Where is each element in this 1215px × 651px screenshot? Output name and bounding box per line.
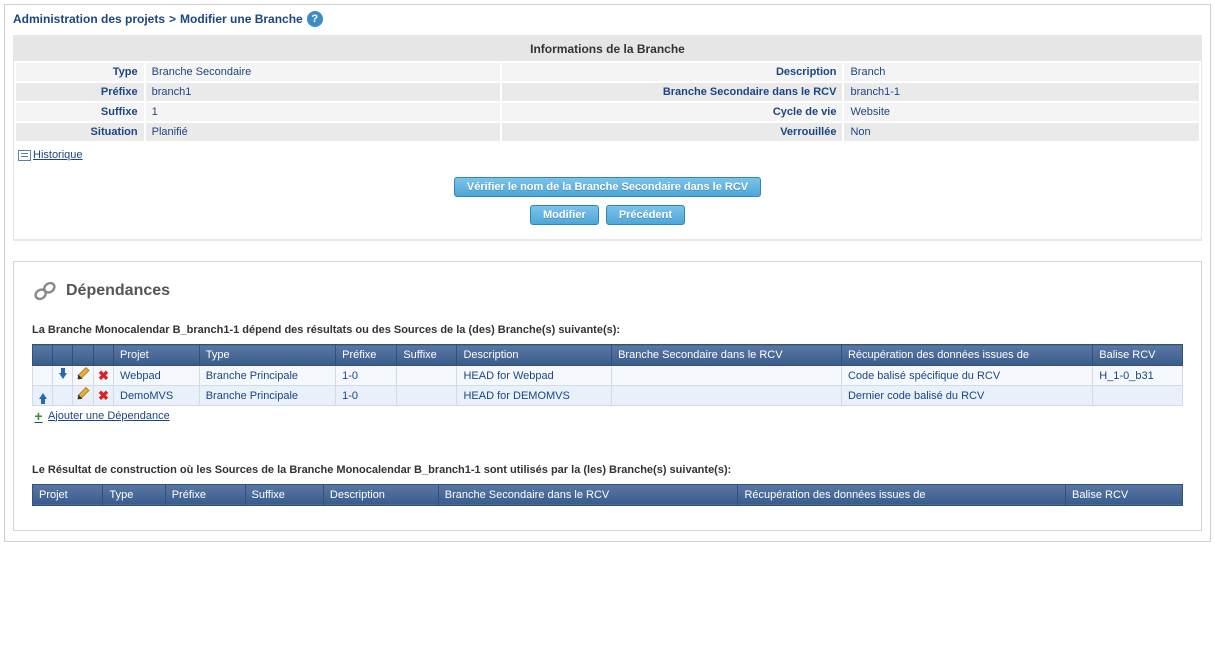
breadcrumb-part1: Administration des projets: [13, 12, 165, 26]
chain-icon: [32, 278, 58, 304]
delete-button[interactable]: ✖: [94, 386, 114, 406]
delete-button[interactable]: ✖: [94, 366, 114, 386]
dependencies-intro-2: Le Résultat de construction où les Sourc…: [32, 464, 1183, 476]
dependencies-header: Dépendances: [32, 278, 1183, 304]
cell-tag: H_1-0_b31: [1093, 366, 1183, 386]
breadcrumb-part2: Modifier une Branche: [180, 12, 303, 26]
cell-retrieval: Dernier code balisé du RCV: [841, 386, 1092, 406]
label-description: Description: [502, 63, 842, 81]
arrow-up-icon: [39, 393, 47, 399]
dependencies-intro-1: La Branche Monocalendar B_branch1-1 dépe…: [32, 324, 1183, 336]
add-dependency-label: Ajouter une Dépendance: [48, 410, 170, 422]
col-prefix: Préfixe: [336, 345, 397, 366]
col-delete: [94, 345, 114, 366]
help-icon[interactable]: ?: [307, 11, 323, 27]
value-locked: Non: [844, 123, 1199, 141]
move-up-cell: [33, 366, 53, 386]
modify-button[interactable]: Modifier: [530, 205, 599, 225]
move-down-cell: [53, 386, 73, 406]
history-icon: [18, 150, 31, 161]
add-dependency-link[interactable]: + Ajouter une Dépendance: [32, 409, 170, 422]
value-suffix: 1: [146, 103, 501, 121]
col-rcv: Branche Secondaire dans le RCV: [438, 484, 738, 505]
col-type: Type: [199, 345, 335, 366]
history-link-label: Historique: [33, 149, 83, 161]
value-type: Branche Secondaire: [146, 63, 501, 81]
label-suffix: Suffixe: [16, 103, 144, 121]
label-rcv: Branche Secondaire dans le RCV: [502, 83, 842, 101]
info-table: Type Branche Secondaire Description Bran…: [14, 61, 1201, 143]
col-tag: Balise RCV: [1066, 484, 1183, 505]
edit-button[interactable]: [73, 386, 94, 406]
col-edit: [73, 345, 94, 366]
cell-project: DemoMVS: [114, 386, 200, 406]
pencil-icon: [77, 368, 89, 380]
col-description: Description: [323, 484, 438, 505]
cell-prefix: 1-0: [336, 386, 397, 406]
col-retrieval: Récupération des données issues de: [738, 484, 1066, 505]
value-lifecycle: Website: [844, 103, 1199, 121]
col-project: Projet: [114, 345, 200, 366]
dependencies-table-1: Projet Type Préfixe Suffixe Description …: [32, 344, 1183, 406]
cell-tag: [1093, 386, 1183, 406]
label-type: Type: [16, 63, 144, 81]
col-rcv: Branche Secondaire dans le RCV: [612, 345, 842, 366]
col-project: Projet: [33, 484, 103, 505]
col-retrieval: Récupération des données issues de: [841, 345, 1092, 366]
cell-description: HEAD for DEMOMVS: [457, 386, 612, 406]
cell-suffix: [397, 386, 457, 406]
value-status: Planifié: [146, 123, 501, 141]
dependencies-table-2: Projet Type Préfixe Suffixe Description …: [32, 484, 1183, 506]
table-header-row: Projet Type Préfixe Suffixe Description …: [33, 345, 1183, 366]
cell-description: HEAD for Webpad: [457, 366, 612, 386]
dependencies-section: Dépendances La Branche Monocalendar B_br…: [13, 261, 1202, 531]
label-locked: Verrouillée: [502, 123, 842, 141]
value-prefix: branch1: [146, 83, 501, 101]
branch-info-panel: Informations de la Branche Type Branche …: [13, 35, 1202, 241]
plus-icon: +: [32, 409, 45, 422]
label-prefix: Préfixe: [16, 83, 144, 101]
panel-title: Informations de la Branche: [14, 37, 1201, 61]
breadcrumb-separator: >: [169, 12, 176, 26]
col-tag: Balise RCV: [1093, 345, 1183, 366]
table-row: ✖ Webpad Branche Principale 1-0 HEAD for…: [33, 366, 1183, 386]
col-prefix: Préfixe: [165, 484, 245, 505]
col-suffix: Suffixe: [245, 484, 323, 505]
col-suffix: Suffixe: [397, 345, 457, 366]
table-header-row: Projet Type Préfixe Suffixe Description …: [33, 484, 1183, 505]
cell-project: Webpad: [114, 366, 200, 386]
delete-icon: ✖: [98, 368, 109, 383]
verify-rcv-button[interactable]: Vérifier le nom de la Branche Secondaire…: [454, 177, 761, 197]
col-description: Description: [457, 345, 612, 366]
cell-rcv: [612, 386, 842, 406]
arrow-down-icon: [59, 373, 67, 379]
dependencies-title: Dépendances: [66, 282, 170, 300]
cell-type: Branche Principale: [199, 366, 335, 386]
breadcrumb: Administration des projets > Modifier un…: [13, 11, 1202, 27]
cell-retrieval: Code balisé spécifique du RCV: [841, 366, 1092, 386]
move-up-button[interactable]: [33, 386, 53, 406]
edit-button[interactable]: [73, 366, 94, 386]
cell-type: Branche Principale: [199, 386, 335, 406]
pencil-icon: [77, 388, 89, 400]
history-link[interactable]: Historique: [18, 149, 83, 161]
button-row-1: Vérifier le nom de la Branche Secondaire…: [14, 175, 1201, 199]
table-row: ✖ DemoMVS Branche Principale 1-0 HEAD fo…: [33, 386, 1183, 406]
value-rcv: branch1-1: [844, 83, 1199, 101]
move-down-button[interactable]: [53, 366, 73, 386]
label-lifecycle: Cycle de vie: [502, 103, 842, 121]
cell-prefix: 1-0: [336, 366, 397, 386]
col-move-down: [53, 345, 73, 366]
value-description: Branch: [844, 63, 1199, 81]
col-type: Type: [103, 484, 165, 505]
cell-suffix: [397, 366, 457, 386]
label-status: Situation: [16, 123, 144, 141]
page-container: Administration des projets > Modifier un…: [4, 4, 1211, 542]
col-move-up: [33, 345, 53, 366]
delete-icon: ✖: [98, 388, 109, 403]
button-row-2: Modifier Précédent: [14, 203, 1201, 227]
cell-rcv: [612, 366, 842, 386]
previous-button[interactable]: Précédent: [606, 205, 685, 225]
